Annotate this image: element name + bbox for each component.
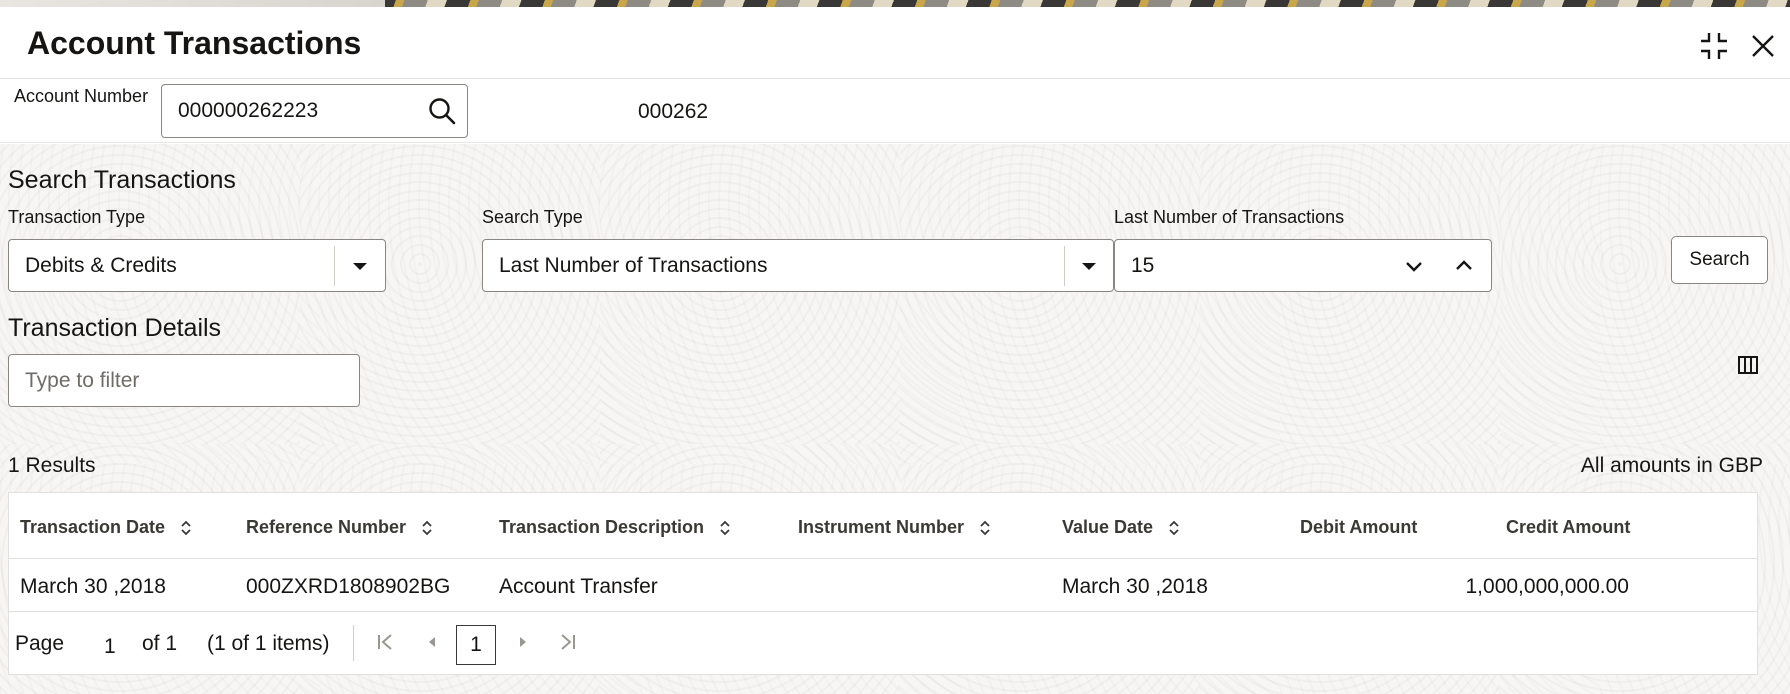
table-row[interactable]: March 30 ,2018 000ZXRD1808902BG Account … [9,560,1757,612]
chevron-up-icon[interactable] [1452,254,1476,278]
account-number-row: Account Number 000000262223 000262 [0,80,1790,143]
sort-icon[interactable] [718,519,732,537]
page-number-input[interactable]: 1 [104,635,116,659]
select-divider [334,246,335,286]
filter-input[interactable] [8,354,360,407]
column-header-transaction-date[interactable]: Transaction Date [20,517,193,538]
dialog-header: Account Transactions [0,7,1790,79]
account-branch-code: 000262 [638,100,709,123]
transactions-table: Transaction Date Reference Number Transa… [8,492,1758,675]
main-content: Search Transactions Transaction Type Sea… [0,144,1790,694]
transaction-type-label: Transaction Type [8,207,146,227]
caret-down-icon[interactable] [348,254,372,278]
search-type-label: Search Type [482,207,583,227]
column-header-label: Reference Number [246,517,407,537]
search-transactions-heading: Search Transactions [8,166,236,194]
column-header-transaction-description[interactable]: Transaction Description [499,517,732,538]
sort-icon[interactable] [978,519,992,537]
next-page-icon[interactable] [511,630,535,654]
transaction-type-value: Debits & Credits [25,254,177,277]
search-type-value: Last Number of Transactions [499,254,768,277]
pagination: Page 1 of 1 (1 of 1 items) 1 [9,613,1757,675]
current-page-button[interactable]: 1 [456,625,496,665]
table-header-row: Transaction Date Reference Number Transa… [9,493,1757,559]
page-label: Page [15,632,65,655]
column-header-label: Transaction Date [20,517,166,537]
pager-divider [353,625,354,661]
last-page-icon[interactable] [556,630,580,654]
top-banner-strip [0,0,1790,7]
first-page-icon[interactable] [373,630,397,654]
sort-icon[interactable] [1167,519,1181,537]
cell-credit-amount: 1,000,000,000.00 [1465,575,1630,598]
select-divider [1064,246,1065,286]
last-number-stepper[interactable]: 15 [1114,239,1492,292]
caret-down-icon[interactable] [1077,254,1101,278]
page-title: Account Transactions [27,25,362,61]
chevron-down-icon[interactable] [1402,254,1426,278]
account-number-field[interactable]: 000000262223 [161,84,468,138]
last-number-label: Last Number of Transactions [1114,207,1345,227]
columns-icon[interactable] [1737,354,1759,376]
column-header-credit-amount: Credit Amount [1506,517,1630,538]
column-header-label: Credit Amount [1506,517,1631,537]
page-total: of 1 [142,632,178,655]
account-number-label: Account Number [14,86,149,106]
cell-transaction-date: March 30 ,2018 [20,575,166,598]
column-header-label: Value Date [1062,517,1154,537]
close-icon[interactable] [1746,29,1780,63]
transaction-details-heading: Transaction Details [8,314,222,342]
search-type-select[interactable]: Last Number of Transactions [482,239,1114,292]
search-button[interactable]: Search [1671,236,1768,284]
transaction-type-select[interactable]: Debits & Credits [8,239,386,292]
results-count: 1 Results [8,454,96,477]
cell-reference-number: 000ZXRD1808902BG [246,575,451,598]
sort-icon[interactable] [179,519,193,537]
account-number-value: 000000262223 [178,99,319,122]
currency-note: All amounts in GBP [1580,454,1763,477]
sort-icon[interactable] [420,519,434,537]
column-header-instrument-number[interactable]: Instrument Number [798,517,992,538]
cell-value-date: March 30 ,2018 [1062,575,1208,598]
column-header-label: Transaction Description [499,517,705,537]
cell-description: Account Transfer [499,575,658,598]
minimize-icon[interactable] [1697,29,1731,63]
column-header-reference-number[interactable]: Reference Number [246,517,434,538]
search-icon[interactable] [427,96,457,126]
column-header-label: Instrument Number [798,517,965,537]
column-header-value-date[interactable]: Value Date [1062,517,1181,538]
previous-page-icon[interactable] [420,630,444,654]
items-summary: (1 of 1 items) [207,632,330,655]
column-header-label: Debit Amount [1300,517,1418,537]
last-number-value: 15 [1131,254,1155,277]
column-header-debit-amount: Debit Amount [1300,517,1417,538]
